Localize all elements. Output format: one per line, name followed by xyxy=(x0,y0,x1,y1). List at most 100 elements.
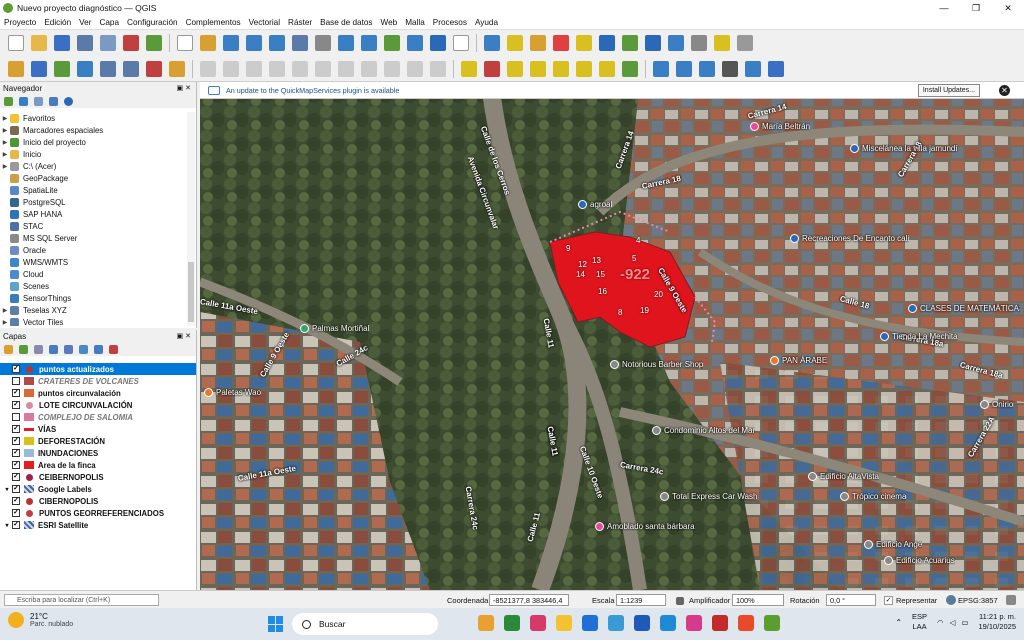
place-marker[interactable]: Edificio AltaVista xyxy=(808,472,879,481)
layer-item[interactable]: ✓ puntos actualizados xyxy=(0,363,196,375)
layer-visibility-checkbox[interactable]: ✓ xyxy=(12,461,20,469)
file-explorer-icon[interactable] xyxy=(478,615,494,631)
save-as-icon[interactable] xyxy=(77,35,93,51)
refresh-icon[interactable] xyxy=(19,96,28,106)
layer-visibility-checkbox[interactable]: ✓ xyxy=(12,437,20,445)
new-project-icon[interactable] xyxy=(8,35,24,51)
expand-all-icon[interactable] xyxy=(79,344,88,354)
digitize-tool-12-icon[interactable] xyxy=(292,60,308,77)
place-marker[interactable]: Total Express Car Wash xyxy=(660,492,758,501)
layer-item[interactable]: ▾ ✓ ESRI Satellite xyxy=(0,519,196,531)
digitize-tool-9-icon[interactable] xyxy=(223,60,239,77)
add-layer-icon[interactable] xyxy=(4,96,13,106)
lock-scale-icon[interactable] xyxy=(676,597,684,605)
digitize-tool-0-icon[interactable] xyxy=(8,60,24,77)
menu-malla[interactable]: Malla xyxy=(401,18,429,27)
open-project-icon[interactable] xyxy=(31,35,47,51)
layer-visibility-checkbox[interactable]: ✓ xyxy=(12,449,20,457)
settings-icon[interactable] xyxy=(645,35,661,51)
digitize-tool-21-icon[interactable] xyxy=(507,60,523,77)
temporal-icon[interactable] xyxy=(430,35,446,51)
layer-visibility-checkbox[interactable]: ✓ xyxy=(12,473,20,481)
browser-item-mssql[interactable]: MS SQL Server xyxy=(0,232,186,244)
clock[interactable]: 11:21 p. m. 19/10/2025 xyxy=(978,612,1016,632)
layer-visibility-checkbox[interactable]: ✓ xyxy=(12,389,20,397)
place-marker[interactable]: Edificio Ange xyxy=(864,540,922,549)
layer-item[interactable]: ✓ DEFORESTACIÓN xyxy=(0,435,196,447)
digitize-tool-11-icon[interactable] xyxy=(269,60,285,77)
expand-arrow-icon[interactable]: ▾ xyxy=(2,486,12,493)
menu-web[interactable]: Web xyxy=(377,18,402,27)
layer-visibility-checkbox[interactable]: ✓ xyxy=(12,497,20,505)
volume-icon[interactable]: ◁ xyxy=(950,618,956,627)
expand-arrow-icon[interactable]: ▶ xyxy=(0,151,10,158)
expand-arrow-icon[interactable]: ▶ xyxy=(0,307,10,314)
expand-arrow-icon[interactable]: ▶ xyxy=(0,319,10,326)
new-map-view-icon[interactable] xyxy=(384,35,400,51)
select-features-icon[interactable] xyxy=(484,35,500,51)
menu-configuracin[interactable]: Configuración xyxy=(123,18,182,27)
filter-icon[interactable] xyxy=(34,96,43,106)
menu-procesos[interactable]: Procesos xyxy=(429,18,471,27)
chrome-icon[interactable] xyxy=(738,615,754,631)
layer-item[interactable]: ✓ LOTE CIRCUNVALACIÓN xyxy=(0,399,196,411)
panel-float-close-icon[interactable]: ▣✕ xyxy=(177,332,196,340)
layer-item[interactable]: ▾ ✓ Google Labels xyxy=(0,483,196,495)
digitize-tool-27-icon[interactable] xyxy=(653,60,669,77)
taskbar-search-input[interactable]: Buscar xyxy=(292,613,438,635)
refresh-icon[interactable] xyxy=(453,35,469,51)
place-marker[interactable]: Recreaciones De Encanto cali xyxy=(790,234,909,243)
digitize-tool-30-icon[interactable] xyxy=(722,60,738,77)
expand-arrow-icon[interactable]: ▶ xyxy=(0,163,10,170)
menu-complementos[interactable]: Complementos xyxy=(182,18,245,27)
digitize-tool-5-icon[interactable] xyxy=(123,60,139,77)
layer-item[interactable]: COMPLEJO DE SALOMIA xyxy=(0,411,196,423)
digitize-tool-29-icon[interactable] xyxy=(699,60,715,77)
browser-item-wms[interactable]: WMS/WMTS xyxy=(0,256,186,268)
place-marker[interactable]: María Beltrán xyxy=(750,122,810,131)
annotation-icon[interactable] xyxy=(714,35,730,51)
layer-visibility-checkbox[interactable]: ✓ xyxy=(12,485,20,493)
edge-icon[interactable] xyxy=(504,615,520,631)
digitize-tool-3-icon[interactable] xyxy=(77,60,93,77)
menu-edicin[interactable]: Edición xyxy=(40,18,75,27)
crs-button[interactable]: EPSG:3857 xyxy=(958,594,998,606)
menu-capa[interactable]: Capa xyxy=(95,18,123,27)
style-icon[interactable] xyxy=(4,344,13,354)
collapse-all-icon[interactable] xyxy=(94,344,103,354)
layer-visibility-checkbox[interactable]: ✓ xyxy=(12,365,20,373)
zoom-selection-icon[interactable] xyxy=(269,35,285,51)
layer-visibility-checkbox[interactable]: ✓ xyxy=(12,509,20,517)
browser-scrollbar[interactable] xyxy=(187,112,195,326)
select-location-icon[interactable] xyxy=(576,35,592,51)
menu-rster[interactable]: Ráster xyxy=(284,18,316,27)
browser-item-star[interactable]: ▶ Favoritos xyxy=(0,112,186,124)
close-window-button[interactable]: ✕ xyxy=(992,0,1024,16)
outlook-icon[interactable] xyxy=(660,615,676,631)
layer-item[interactable]: ✓ PUNTOS GEORREFERENCIADOS xyxy=(0,507,196,519)
install-updates-button[interactable]: Install Updates... xyxy=(917,84,980,97)
layer-item[interactable]: ✓ VÍAS xyxy=(0,423,196,435)
digitize-tool-32-icon[interactable] xyxy=(768,60,784,77)
deselect-icon[interactable] xyxy=(530,35,546,51)
browser-item-project-home[interactable]: ▶ Inicio del proyecto xyxy=(0,136,186,148)
digitize-tool-18-icon[interactable] xyxy=(430,60,446,77)
place-marker[interactable]: Paletas Wao xyxy=(204,388,261,397)
battery-icon[interactable]: ▭ xyxy=(961,618,968,627)
digitize-tool-25-icon[interactable] xyxy=(599,60,615,77)
zoom-full-icon[interactable] xyxy=(246,35,262,51)
pinterest-icon[interactable] xyxy=(712,615,728,631)
place-marker[interactable]: CLASES DE MATEMÁTICAS xyxy=(908,304,1020,313)
zoom-out-icon[interactable] xyxy=(223,35,239,51)
digitize-tool-19-icon[interactable] xyxy=(461,60,477,77)
browser-item-oracle[interactable]: Oracle xyxy=(0,244,186,256)
layer-visibility-checkbox[interactable] xyxy=(12,377,20,385)
new-3d-view-icon[interactable] xyxy=(407,35,423,51)
browser-item-folder[interactable]: ▶ Inicio xyxy=(0,148,186,160)
crs-icon[interactable] xyxy=(946,595,956,605)
digitize-tool-7-icon[interactable] xyxy=(169,60,185,77)
digitize-tool-13-icon[interactable] xyxy=(315,60,331,77)
browser-item-drive[interactable]: ▶ C:\ (Acer) xyxy=(0,160,186,172)
coordinate-field[interactable]: -8521377,8 383446,4 xyxy=(489,594,569,606)
collapse-all-icon[interactable] xyxy=(49,96,58,106)
